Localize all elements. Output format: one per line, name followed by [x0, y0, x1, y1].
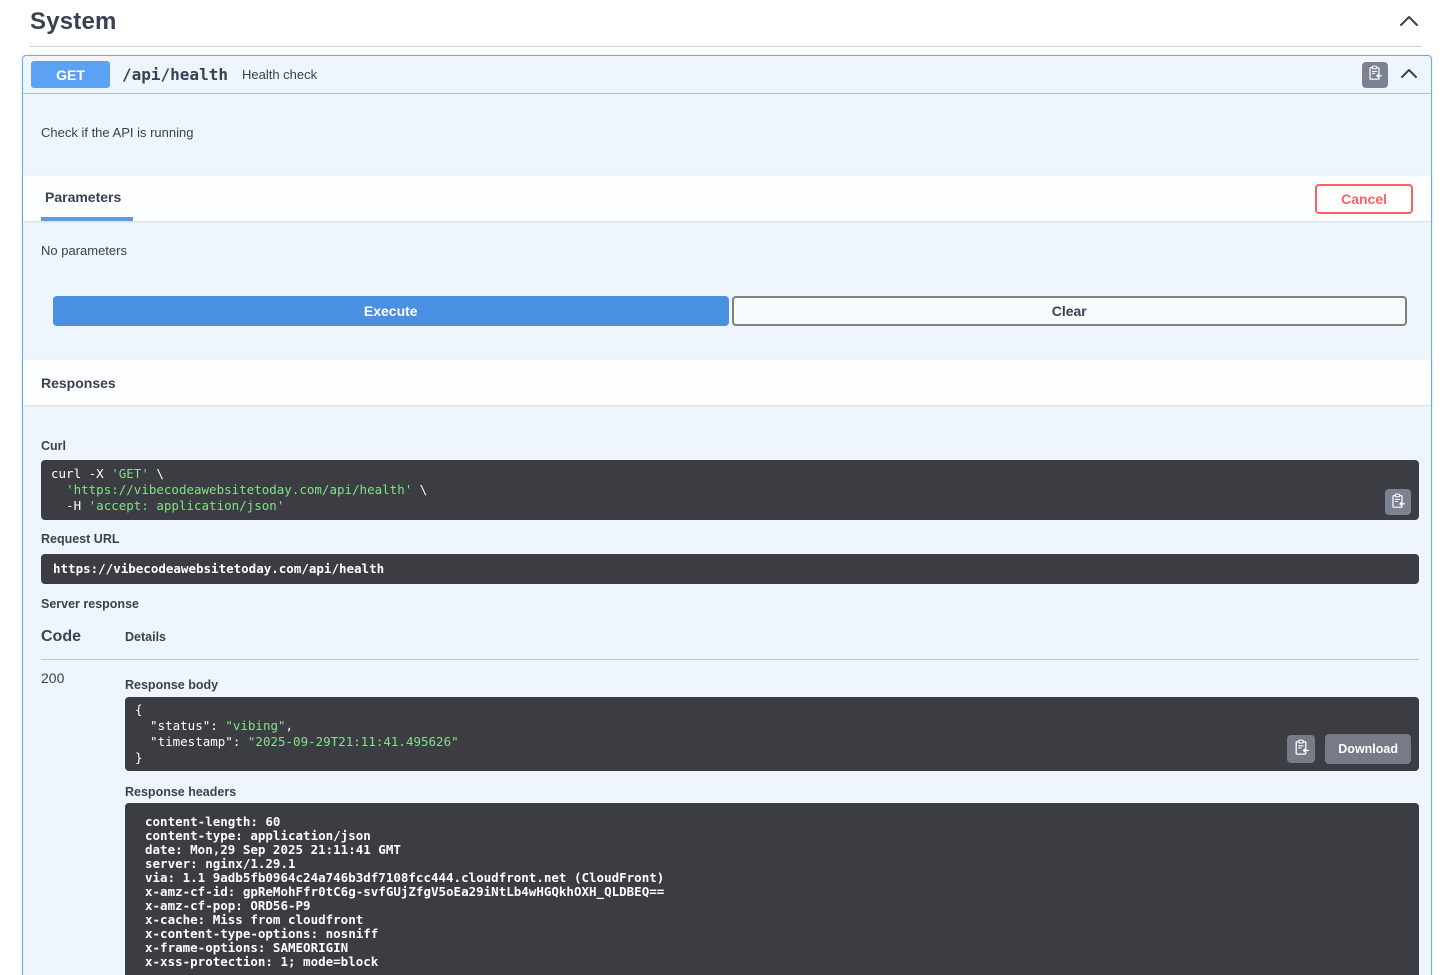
request-url-label: Request URL	[41, 532, 120, 546]
header-line: x-xss-protection: 1; mode=block	[145, 954, 379, 969]
response-body-controls: Download	[1287, 734, 1411, 764]
response-table-header: Code Details	[41, 628, 1419, 660]
http-method-badge: GET	[31, 61, 110, 88]
operation-path: /api/health	[122, 65, 228, 84]
header-line: x-amz-cf-id: gpReMohFfr0tC6g-svfGUjZfgV5…	[145, 884, 665, 899]
operation-summary[interactable]: GET /api/health Health check	[23, 56, 1431, 94]
execute-row: Execute Clear	[53, 296, 1407, 326]
header-line: x-frame-options: SAMEORIGIN	[145, 940, 349, 955]
operation-collapse-button[interactable]	[1397, 65, 1421, 85]
response-row-200: 200 Response body { "status": "vibing", …	[41, 660, 1419, 975]
request-url-block: https://vibecodeawebsitetoday.com/api/he…	[41, 554, 1419, 584]
clear-button[interactable]: Clear	[731, 296, 1407, 326]
header-line: x-amz-cf-pop: ORD56-P9	[145, 898, 311, 913]
section-divider	[30, 46, 1422, 47]
curl-text: curl -X 'GET' \ 'https://vibecodeawebsit…	[51, 466, 428, 513]
download-button[interactable]: Download	[1325, 734, 1411, 764]
cancel-button[interactable]: Cancel	[1315, 183, 1413, 214]
section-header: System	[0, 0, 1452, 36]
header-line: date: Mon,29 Sep 2025 21:11:41 GMT	[145, 842, 401, 857]
tab-parameters[interactable]: Parameters	[41, 176, 134, 221]
header-line: content-type: application/json	[145, 828, 371, 843]
response-headers-label: Response headers	[125, 785, 237, 799]
response-body-json: { "status": "vibing", "timestamp": "2025…	[135, 702, 459, 765]
details-column-header: Details	[125, 630, 166, 644]
swagger-page: System GET /api/health Health check Chec…	[0, 0, 1452, 975]
chevron-up-icon	[1399, 67, 1419, 83]
server-response-table: Code Details 200 Response body { "status…	[41, 628, 1419, 975]
header-line: content-length: 60	[145, 814, 281, 829]
section-collapse-button[interactable]	[1396, 12, 1422, 33]
curl-label: Curl	[41, 439, 66, 453]
clipboard-copy-icon	[1367, 65, 1383, 84]
operation-summary-text: Health check	[241, 67, 318, 82]
clipboard-copy-icon	[1390, 493, 1406, 512]
copy-response-body-button[interactable]	[1287, 735, 1316, 763]
clipboard-copy-icon	[1293, 739, 1310, 759]
header-line: x-content-type-options: nosniff	[145, 926, 379, 941]
server-response-label: Server response	[41, 597, 139, 611]
header-line: via: 1.1 9adb5fb0964c24a746b3df7108fcc44…	[145, 870, 665, 885]
response-details-cell: Response body { "status": "vibing", "tim…	[125, 660, 1419, 975]
responses-title: Responses	[41, 374, 116, 391]
execute-button[interactable]: Execute	[53, 296, 729, 326]
curl-command-block: curl -X 'GET' \ 'https://vibecodeawebsit…	[41, 460, 1419, 520]
header-line: server: nginx/1.29.1	[145, 856, 296, 871]
header-line: x-cache: Miss from cloudfront	[145, 912, 364, 927]
section-title: System	[30, 8, 117, 35]
response-body-label: Response body	[125, 678, 219, 692]
operation-description: Check if the API is running	[41, 125, 194, 140]
responses-content: Curl curl -X 'GET' \ 'https://vibecodeaw…	[23, 439, 1431, 975]
responses-section-header: Responses	[23, 360, 1431, 405]
response-body-block: { "status": "vibing", "timestamp": "2025…	[125, 697, 1419, 771]
code-column-header: Code	[41, 628, 81, 645]
copy-path-button[interactable]	[1362, 61, 1388, 88]
chevron-up-icon	[1398, 14, 1420, 31]
copy-curl-button[interactable]	[1385, 489, 1411, 515]
summary-controls	[1362, 61, 1421, 88]
parameters-section-header: Parameters Cancel	[23, 176, 1431, 221]
no-parameters-message: No parameters	[41, 243, 127, 258]
response-headers-block: content-length: 60 content-type: applicat…	[125, 803, 1419, 975]
opblock-get-api-health: GET /api/health Health check Check if th…	[22, 55, 1432, 975]
response-status-code: 200	[41, 670, 65, 686]
